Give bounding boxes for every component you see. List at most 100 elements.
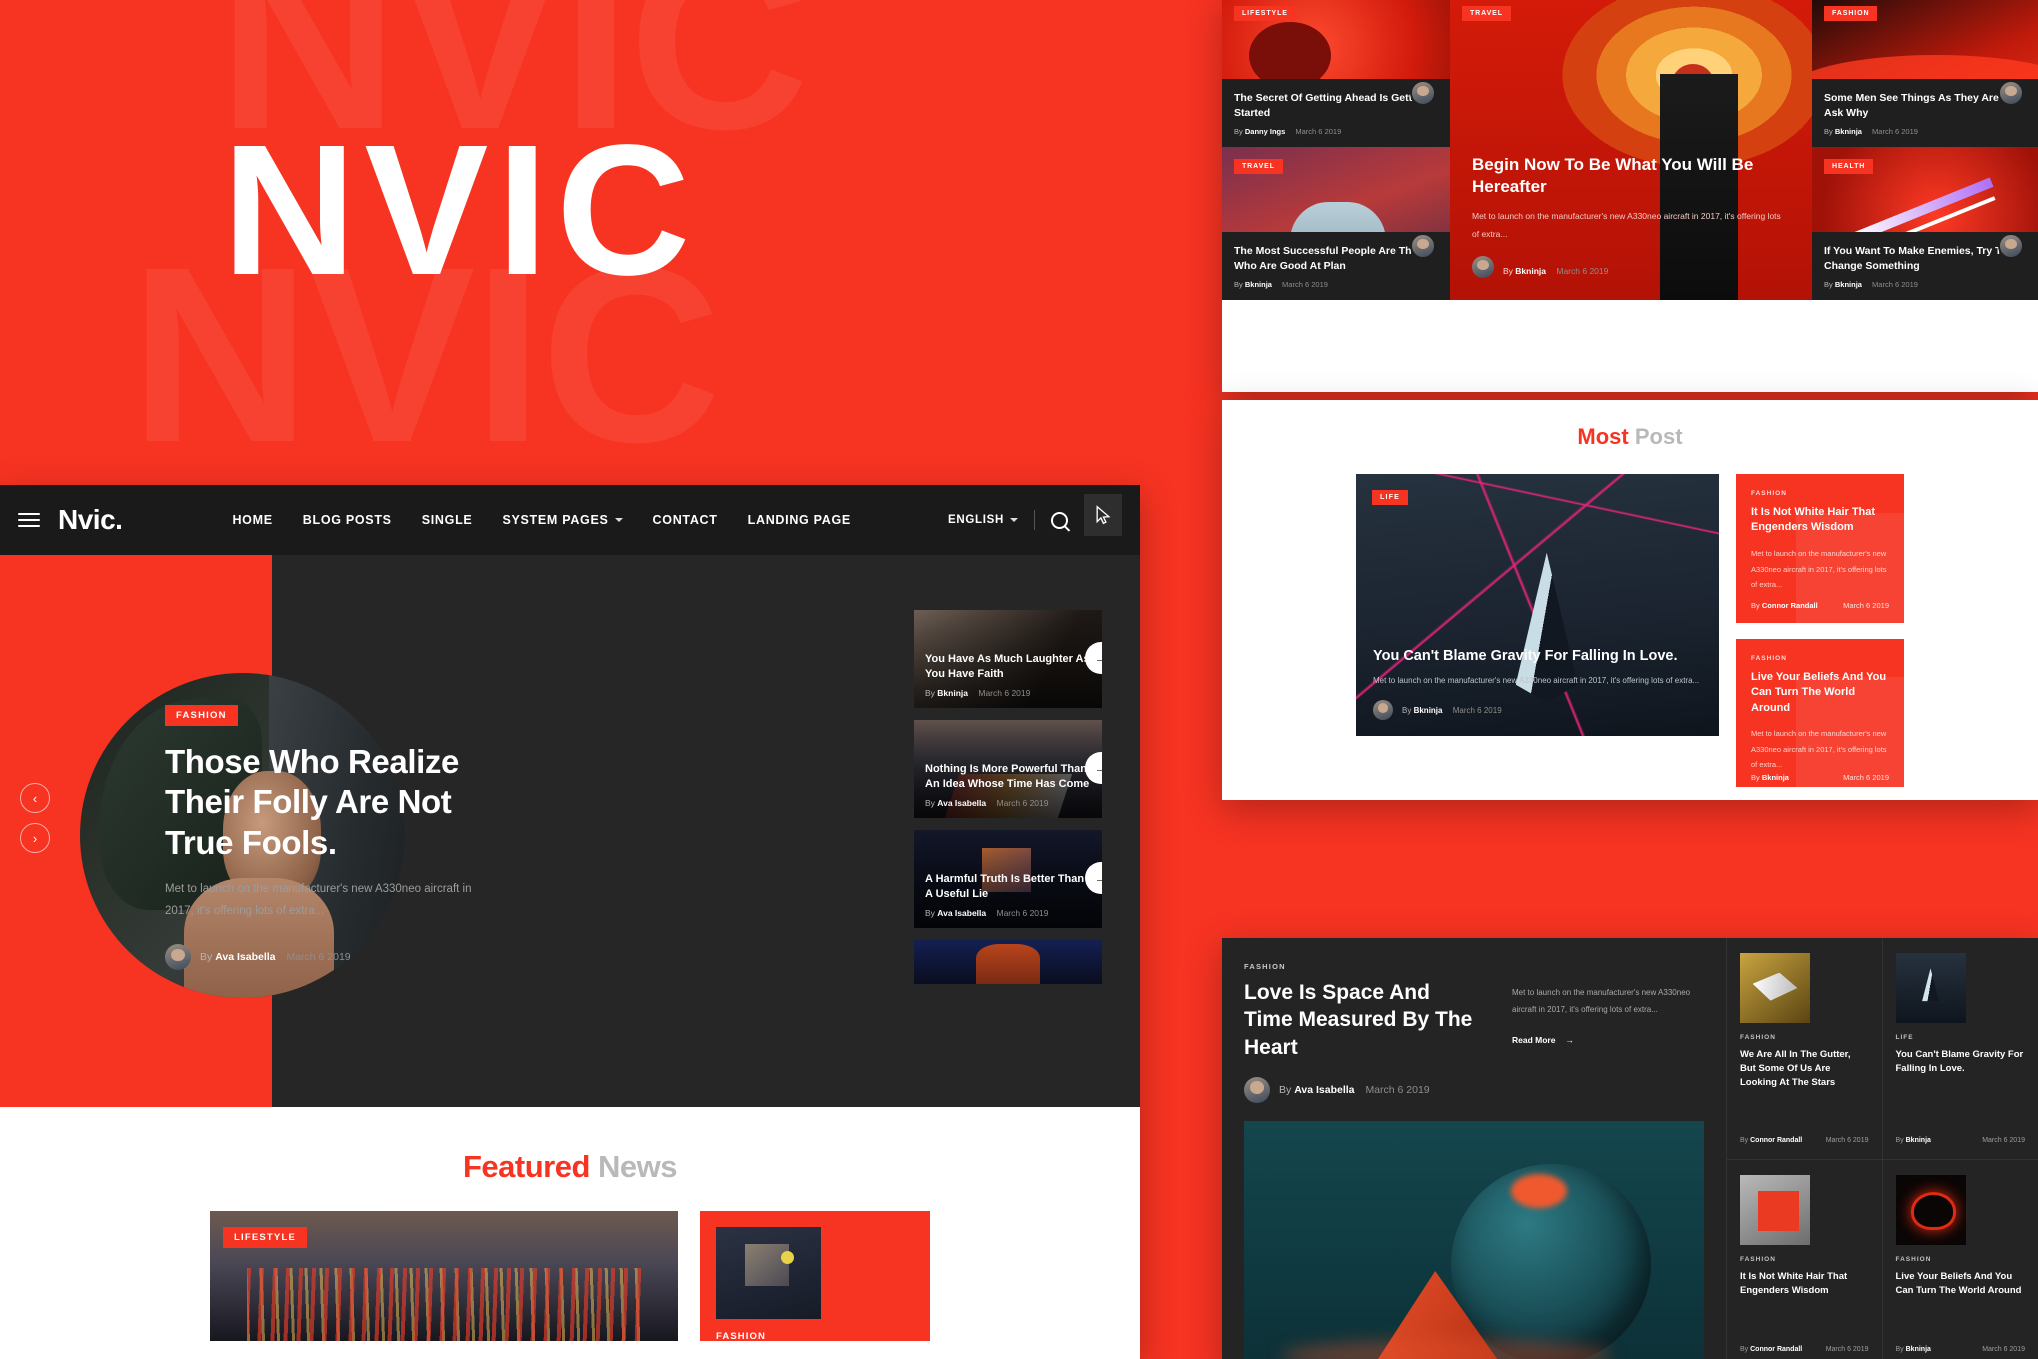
- card-text: A Harmful Truth Is Better Than A Useful …: [925, 872, 1091, 918]
- read-more-button[interactable]: Read More →: [1512, 1035, 1704, 1045]
- search-icon[interactable]: [1051, 511, 1068, 529]
- card-category-badge[interactable]: LIFE: [1372, 490, 1408, 505]
- by-prefix: By: [1824, 127, 1833, 136]
- card-title[interactable]: The Most Successful People Are Those Who…: [1234, 244, 1438, 273]
- related-author-meta: By Connor Randall: [1740, 1137, 1802, 1144]
- related-category-label: FASHION: [1740, 1256, 1776, 1264]
- by-prefix: By: [200, 951, 213, 964]
- read-more-label: Read More: [1512, 1034, 1556, 1045]
- hamburger-icon[interactable]: [18, 513, 40, 527]
- related-post-cell[interactable]: FASHION It Is Not White Hair That Engend…: [1727, 1160, 1883, 1359]
- grid-card[interactable]: HEALTH If You Want To Make Enemies, Try …: [1812, 147, 2038, 300]
- avatar: [1998, 80, 2024, 106]
- most-post-side-card[interactable]: FASHION Live Your Beliefs And You Can Tu…: [1736, 638, 1904, 788]
- card-category-badge[interactable]: FASHION: [1824, 6, 1878, 21]
- by-prefix: By: [1895, 1346, 1904, 1353]
- single-post-panel: FASHION Love Is Space And Time Measured …: [1222, 938, 2038, 1359]
- card-author: Bkninja: [1761, 773, 1789, 783]
- related-title[interactable]: Live Your Beliefs And You Can Turn The W…: [1896, 1270, 2026, 1298]
- post-date: March 6 2019: [1365, 1083, 1430, 1096]
- hero-side-card[interactable]: A Harmful Truth Is Better Than A Useful …: [914, 830, 1102, 928]
- card-author: Bkninja: [1834, 280, 1862, 289]
- card-title[interactable]: You Have As Much Laughter As You Have Fa…: [925, 652, 1091, 682]
- carousel-next-button[interactable]: ›: [20, 823, 50, 853]
- card-category-badge[interactable]: TRAVEL: [1462, 6, 1511, 21]
- nav-item-landing-page[interactable]: LANDING PAGE: [748, 513, 851, 527]
- related-title[interactable]: It Is Not White Hair That Engenders Wisd…: [1740, 1270, 1869, 1298]
- card-title[interactable]: You Can't Blame Gravity For Falling In L…: [1373, 648, 1702, 664]
- language-selector[interactable]: ENGLISH: [948, 514, 1018, 526]
- featured-card-large[interactable]: LIFESTYLE: [210, 1211, 678, 1341]
- hero-title[interactable]: Those Who Realize Their Folly Are Not Tr…: [165, 742, 495, 863]
- hero-side-card[interactable]: [914, 940, 1102, 984]
- related-author: Bkninja: [1905, 1137, 1931, 1145]
- nav-item-contact[interactable]: CONTACT: [653, 513, 718, 527]
- carousel-prev-button[interactable]: ‹: [20, 783, 50, 813]
- card-meta: By Ava Isabella March 6 2019: [925, 798, 1091, 808]
- card-date: March 6 2019: [1295, 127, 1342, 136]
- card-category-badge[interactable]: TRAVEL: [1234, 159, 1283, 174]
- card-author-meta: By Bkninja March 6 2019: [1402, 706, 1502, 715]
- by-prefix: By: [1740, 1346, 1749, 1353]
- nav-item-home[interactable]: HOME: [232, 513, 272, 527]
- most-post-side-card[interactable]: FASHION It Is Not White Hair That Engend…: [1736, 474, 1904, 623]
- card-title[interactable]: If You Want To Make Enemies, Try To Chan…: [1824, 244, 2026, 273]
- heading-muted: Post: [1634, 424, 1683, 449]
- avatar: [1410, 80, 1436, 106]
- related-thumbnail: [1740, 953, 1810, 1023]
- by-prefix: By: [925, 798, 935, 808]
- card-title[interactable]: The Secret Of Getting Ahead Is Getting S…: [1234, 91, 1438, 120]
- cursor-icon: [1084, 494, 1122, 536]
- related-post-cell[interactable]: LIFE You Can't Blame Gravity For Falling…: [1882, 938, 2038, 1161]
- nav-item-system-pages[interactable]: SYSTEM PAGES: [502, 513, 623, 527]
- card-meta: By Bkninja March 6 2019: [925, 688, 1091, 698]
- card-author: Ava Isabella: [937, 908, 987, 918]
- related-post-cell[interactable]: FASHION Live Your Beliefs And You Can Tu…: [1883, 1160, 2038, 1359]
- grid-column-center: TRAVEL Begin Now To Be What You Will Be …: [1450, 0, 1812, 300]
- heading-muted: News: [598, 1149, 678, 1184]
- site-logo[interactable]: Nvic.: [58, 504, 123, 536]
- card-category-badge[interactable]: LIFESTYLE: [1234, 6, 1296, 21]
- grid-card[interactable]: FASHION Some Men See Things As They Are …: [1812, 0, 2038, 147]
- related-title[interactable]: You Can't Blame Gravity For Falling In L…: [1896, 1048, 2026, 1076]
- related-author-meta: By Bkninja: [1896, 1346, 1931, 1353]
- most-post-main-card[interactable]: LIFE You Can't Blame Gravity For Falling…: [1356, 474, 1719, 736]
- related-date: March 6 2019: [1825, 1137, 1869, 1145]
- hero-side-cards: You Have As Much Laughter As You Have Fa…: [914, 610, 1102, 996]
- nav-item-single[interactable]: SINGLE: [422, 513, 473, 527]
- grid-feature-card[interactable]: TRAVEL Begin Now To Be What You Will Be …: [1450, 0, 1812, 300]
- hero-side-card[interactable]: You Have As Much Laughter As You Have Fa…: [914, 610, 1102, 708]
- card-title[interactable]: Some Men See Things As They Are And Ask …: [1824, 91, 2026, 120]
- post-title[interactable]: Love Is Space And Time Measured By The H…: [1244, 979, 1484, 1061]
- card-author: Danny Ings: [1244, 127, 1286, 136]
- related-title[interactable]: We Are All In The Gutter, But Some Of Us…: [1740, 1048, 1869, 1089]
- by-prefix: By: [1234, 127, 1243, 136]
- feature-author: Bkninja: [1515, 265, 1546, 276]
- card-category-label: FASHION: [1751, 490, 1787, 497]
- hero-article: FASHION Those Who Realize Their Folly Ar…: [165, 705, 495, 971]
- card-title[interactable]: A Harmful Truth Is Better Than A Useful …: [925, 872, 1091, 902]
- post-header: Love Is Space And Time Measured By The H…: [1244, 971, 1704, 1103]
- card-meta: By Bkninja March 6 2019: [1824, 280, 2026, 289]
- feature-title[interactable]: Begin Now To Be What You Will Be Hereaft…: [1472, 154, 1790, 198]
- card-category-badge[interactable]: HEALTH: [1824, 159, 1874, 174]
- card-excerpt: Met to launch on the manufacturer's new …: [1373, 676, 1700, 686]
- navbar-right-tools: ENGLISH: [948, 494, 1122, 536]
- by-prefix: By: [1279, 1083, 1292, 1096]
- featured-card-small[interactable]: FASHION: [700, 1211, 930, 1342]
- related-post-cell[interactable]: FASHION We Are All In The Gutter, But So…: [1727, 938, 1883, 1161]
- avatar: [1410, 233, 1436, 259]
- card-author: Bkninja: [1244, 280, 1272, 289]
- feature-date: March 6 2019: [1556, 265, 1609, 276]
- hero-author-name[interactable]: Ava Isabella: [215, 951, 275, 963]
- card-title[interactable]: Nothing Is More Powerful Than An Idea Wh…: [925, 762, 1091, 792]
- grid-card[interactable]: LIFESTYLE The Secret Of Getting Ahead Is…: [1222, 0, 1450, 147]
- post-header-right: Met to launch on the manufacturer's new …: [1512, 985, 1704, 1103]
- grid-card[interactable]: TRAVEL The Most Successful People Are Th…: [1222, 147, 1450, 300]
- hero-category-badge[interactable]: FASHION: [165, 705, 238, 726]
- featured-category-badge[interactable]: LIFESTYLE: [223, 1227, 307, 1248]
- feature-card-text: Begin Now To Be What You Will Be Hereaft…: [1472, 154, 1790, 278]
- nav-item-blog-posts[interactable]: BLOG POSTS: [303, 513, 392, 527]
- feature-author-meta: By Bkninja March 6 2019: [1503, 266, 1608, 276]
- hero-side-card[interactable]: Nothing Is More Powerful Than An Idea Wh…: [914, 720, 1102, 818]
